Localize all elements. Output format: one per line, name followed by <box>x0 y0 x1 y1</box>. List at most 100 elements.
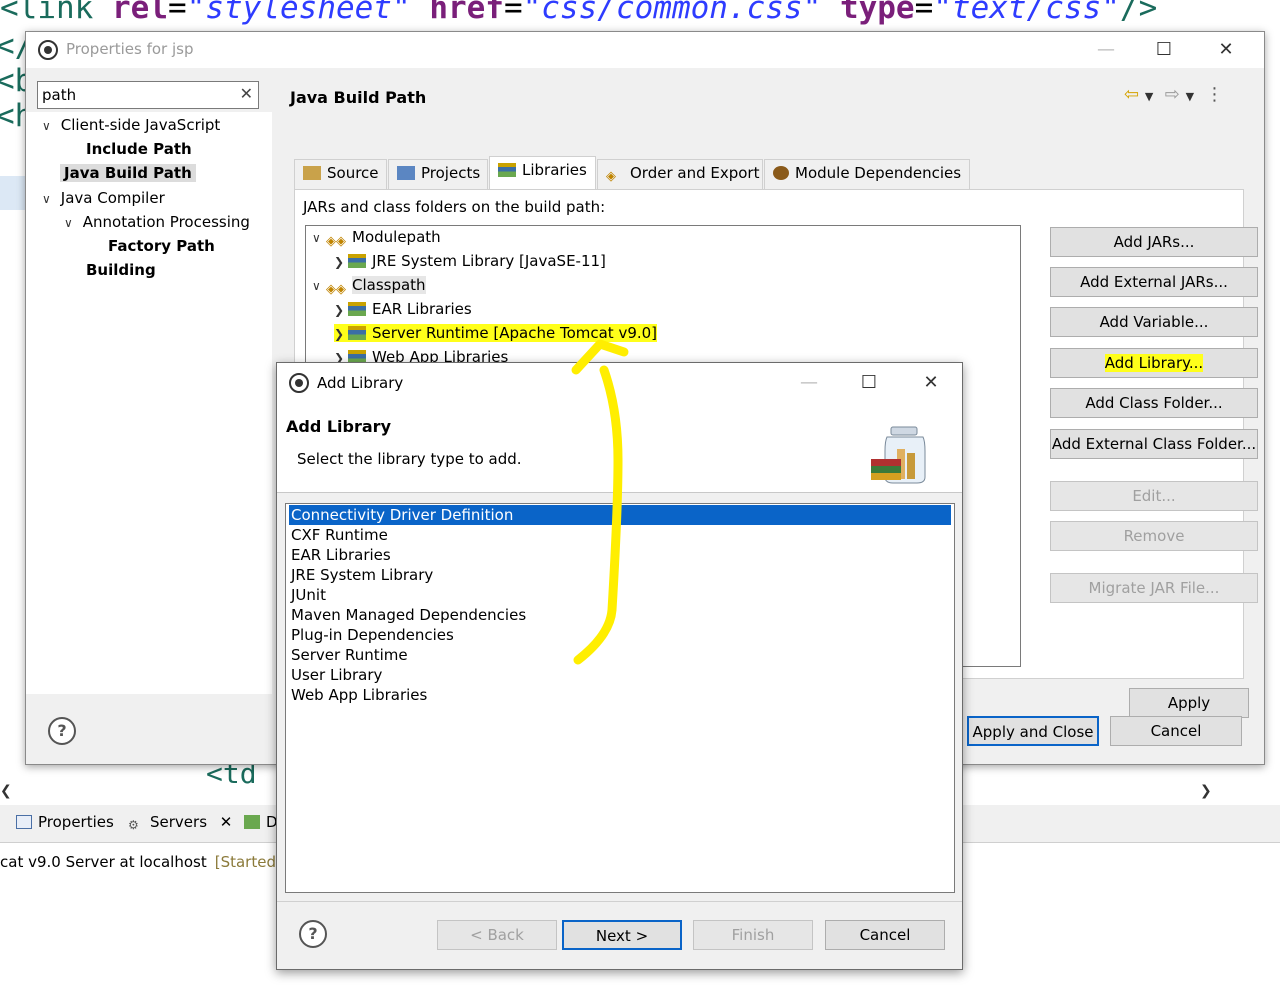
tree-item-java-build-path[interactable]: Java Build Path <box>60 164 196 182</box>
add-variable-button[interactable]: Add Variable... <box>1050 307 1258 337</box>
chevron-right-icon[interactable]: ❯ <box>334 303 348 317</box>
apply-button[interactable]: Apply <box>1129 688 1249 718</box>
tree-node-label: Classpath <box>352 276 426 294</box>
scroll-left-icon[interactable]: ❮ <box>0 783 20 803</box>
library-type-list: Connectivity Driver Definition CXF Runti… <box>285 503 955 893</box>
forward-arrow-icon[interactable]: ⇨ <box>1165 84 1180 105</box>
tab-libraries[interactable]: Libraries <box>489 156 596 190</box>
chevron-down-icon[interactable]: ∨ <box>312 279 326 293</box>
close-icon[interactable]: ✕ <box>911 369 951 397</box>
next-button[interactable]: Next > <box>562 920 682 950</box>
chevron-down-icon[interactable]: ∨ <box>42 119 56 133</box>
tree-item-annotation-processing[interactable]: ∨ Annotation Processing <box>64 213 250 231</box>
library-icon <box>498 163 516 177</box>
tree-item-java-compiler[interactable]: ∨ Java Compiler <box>42 189 165 207</box>
library-icon <box>348 254 366 268</box>
library-jar-icon <box>871 426 926 484</box>
cancel-button[interactable]: Cancel <box>825 920 945 950</box>
classpath-icon: ◈◈ <box>326 282 346 297</box>
tab-projects[interactable]: Projects <box>388 159 488 189</box>
help-icon[interactable]: ? <box>48 717 76 745</box>
tree-node-server-runtime[interactable]: ❯ Server Runtime [Apache Tomcat v9.0] <box>334 324 658 342</box>
more-options-icon[interactable]: ⋮ <box>1206 84 1224 105</box>
add-external-class-folder-button[interactable]: Add External Class Folder... <box>1050 429 1258 459</box>
tree-item-building[interactable]: Building <box>86 261 156 279</box>
help-icon[interactable]: ? <box>299 920 327 948</box>
add-library-dialog: Add Library — ☐ ✕ Add Library Select the… <box>276 362 963 970</box>
tree-item-label: Java Build Path <box>60 164 196 182</box>
tab-source[interactable]: Source <box>294 159 387 189</box>
server-row[interactable]: cat v9.0 Server at localhost [Started, S <box>0 853 295 871</box>
tab-servers[interactable]: ⚙ Servers ✕ <box>128 813 232 832</box>
list-item[interactable]: Server Runtime <box>289 645 951 665</box>
dialog-heading: Add Library <box>286 417 391 436</box>
chevron-down-icon[interactable]: ∨ <box>42 192 56 206</box>
divider <box>277 901 962 902</box>
code-token: = <box>503 0 523 26</box>
tree-node-jre-system-library[interactable]: ❯ JRE System Library [JavaSE-11] <box>334 252 606 270</box>
list-item[interactable]: Web App Libraries <box>289 685 951 705</box>
chevron-down-icon[interactable]: ∨ <box>312 231 326 245</box>
add-jars-button[interactable]: Add JARs... <box>1050 227 1258 257</box>
list-item[interactable]: Maven Managed Dependencies <box>289 605 951 625</box>
cancel-button[interactable]: Cancel <box>1110 716 1242 746</box>
list-item[interactable]: JUnit <box>289 585 951 605</box>
tree-item-label: Factory Path <box>108 237 215 255</box>
list-item[interactable]: JRE System Library <box>289 565 951 585</box>
server-name: cat v9.0 Server at localhost <box>0 853 207 871</box>
tab-properties[interactable]: Properties <box>16 813 114 831</box>
module-icon <box>773 166 789 180</box>
code-token: rel <box>112 0 168 26</box>
minimize-icon[interactable]: — <box>1086 36 1126 64</box>
dropdown-icon[interactable]: ▼ <box>1145 90 1153 103</box>
remove-button[interactable]: Remove <box>1050 521 1258 551</box>
dropdown-icon[interactable]: ▼ <box>1186 90 1194 103</box>
apply-and-close-button[interactable]: Apply and Close <box>967 716 1099 746</box>
tab-label: Properties <box>38 813 114 831</box>
tree-node-classpath[interactable]: ∨ ◈◈ Classpath <box>312 276 426 298</box>
edit-button[interactable]: Edit... <box>1050 481 1258 511</box>
tab-data[interactable]: D <box>244 813 278 831</box>
back-button[interactable]: < Back <box>437 920 557 950</box>
add-external-jars-button[interactable]: Add External JARs... <box>1050 267 1258 297</box>
section-label: JARs and class folders on the build path… <box>303 198 606 216</box>
code-token: < <box>0 0 19 26</box>
finish-button[interactable]: Finish <box>693 920 813 950</box>
maximize-icon[interactable]: ☐ <box>849 369 889 397</box>
add-class-folder-button[interactable]: Add Class Folder... <box>1050 388 1258 418</box>
list-item[interactable]: Connectivity Driver Definition <box>289 505 951 525</box>
code-token: link <box>18 0 94 26</box>
tree-item-include-path[interactable]: Include Path <box>86 140 192 158</box>
line-highlight <box>0 176 25 210</box>
chevron-right-icon[interactable]: ❯ <box>334 327 348 341</box>
back-arrow-icon[interactable]: ⇦ <box>1124 84 1139 105</box>
list-item[interactable]: Plug-in Dependencies <box>289 625 951 645</box>
tree-node-modulepath[interactable]: ∨ ◈◈ Modulepath <box>312 228 441 250</box>
close-icon[interactable]: ✕ <box>1206 36 1246 64</box>
minimize-icon[interactable]: — <box>789 369 829 397</box>
migrate-jar-button[interactable]: Migrate JAR File... <box>1050 573 1258 603</box>
tree-item-client-side-javascript[interactable]: ∨ Client-side JavaScript <box>42 116 220 134</box>
scroll-right-icon[interactable]: ❯ <box>1200 783 1212 799</box>
filter-input[interactable] <box>42 85 232 105</box>
dialog-description: Select the library type to add. <box>297 450 522 468</box>
code-token: = <box>914 0 934 26</box>
properties-icon <box>16 815 32 829</box>
close-icon[interactable]: ✕ <box>220 813 233 831</box>
list-item[interactable]: User Library <box>289 665 951 685</box>
clear-icon[interactable]: ✕ <box>240 84 253 103</box>
code-token: "text/css" <box>933 0 1120 26</box>
add-library-button[interactable]: Add Library... <box>1050 348 1258 378</box>
list-item[interactable]: EAR Libraries <box>289 545 951 565</box>
servers-icon: ⚙ <box>128 818 139 832</box>
dialog-header: Add Library Select the library type to a… <box>277 403 962 493</box>
tree-node-label: Server Runtime [Apache Tomcat v9.0] <box>372 324 658 342</box>
tab-module-dependencies[interactable]: Module Dependencies <box>764 159 970 189</box>
chevron-right-icon[interactable]: ❯ <box>334 255 348 269</box>
tree-node-ear-libraries[interactable]: ❯ EAR Libraries <box>334 300 472 318</box>
chevron-down-icon[interactable]: ∨ <box>64 216 78 230</box>
tree-item-factory-path[interactable]: Factory Path <box>108 237 215 255</box>
tab-order-and-export[interactable]: ◈ Order and Export <box>597 159 763 189</box>
maximize-icon[interactable]: ☐ <box>1144 36 1184 64</box>
list-item[interactable]: CXF Runtime <box>289 525 951 545</box>
